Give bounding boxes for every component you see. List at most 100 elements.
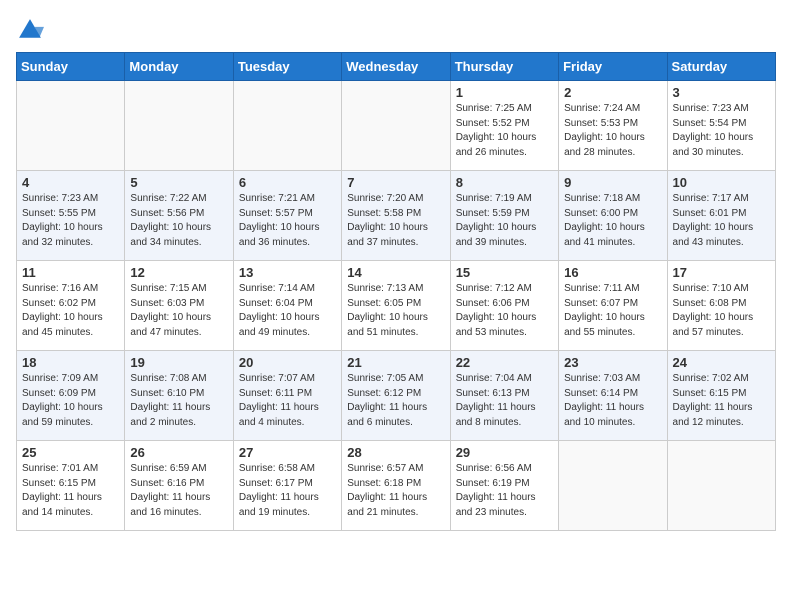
calendar-cell: 12 Sunrise: 7:15 AM Sunset: 6:03 PM Dayli… — [125, 261, 233, 351]
day-number: 22 — [456, 355, 553, 370]
day-info: Sunrise: 7:21 AM Sunset: 5:57 PM Dayligh… — [239, 192, 336, 250]
day-number: 7 — [347, 175, 444, 190]
day-number: 4 — [22, 175, 119, 190]
day-info: Sunrise: 7:12 AM Sunset: 6:06 PM Dayligh… — [456, 282, 553, 340]
page-header — [16, 16, 776, 44]
day-number: 21 — [347, 355, 444, 370]
day-info: Sunrise: 7:23 AM Sunset: 5:55 PM Dayligh… — [22, 192, 119, 250]
calendar-cell — [125, 81, 233, 171]
day-number: 29 — [456, 445, 553, 460]
calendar-cell: 28Sunrise: 6:57 AM Sunset: 6:18 PM Dayli… — [342, 441, 450, 531]
calendar-cell: 1 Sunrise: 7:25 AM Sunset: 5:52 PM Daylig… — [450, 81, 558, 171]
calendar-cell — [233, 81, 341, 171]
calendar-cell: 21 Sunrise: 7:05 AM Sunset: 6:12 PM Dayli… — [342, 351, 450, 441]
day-info: Sunrise: 7:10 AM Sunset: 6:08 PM Dayligh… — [673, 282, 770, 340]
day-number: 15 — [456, 265, 553, 280]
day-number: 23 — [564, 355, 661, 370]
day-number: 18 — [22, 355, 119, 370]
day-info: Sunrise: 7:02 AM Sunset: 6:15 PM Dayligh… — [673, 372, 770, 430]
calendar-cell: 9 Sunrise: 7:18 AM Sunset: 6:00 PM Daylig… — [559, 171, 667, 261]
calendar-cell: 11 Sunrise: 7:16 AM Sunset: 6:02 PM Dayli… — [17, 261, 125, 351]
day-number: 25 — [22, 445, 119, 460]
day-number: 1 — [456, 85, 553, 100]
day-info: Sunrise: 7:17 AM Sunset: 6:01 PM Dayligh… — [673, 192, 770, 250]
calendar-cell: 19 Sunrise: 7:08 AM Sunset: 6:10 PM Dayli… — [125, 351, 233, 441]
calendar-cell: 26 Sunrise: 6:59 AM Sunset: 6:16 PM Dayli… — [125, 441, 233, 531]
calendar-cell — [559, 441, 667, 531]
day-number: 9 — [564, 175, 661, 190]
day-info: Sunrise: 6:59 AM Sunset: 6:16 PM Dayligh… — [130, 462, 227, 520]
day-number: 3 — [673, 85, 770, 100]
calendar-cell: 5 Sunrise: 7:22 AM Sunset: 5:56 PM Daylig… — [125, 171, 233, 261]
calendar-cell — [17, 81, 125, 171]
day-info: Sunrise: 7:16 AM Sunset: 6:02 PM Dayligh… — [22, 282, 119, 340]
day-number: 10 — [673, 175, 770, 190]
calendar-cell: 25 Sunrise: 7:01 AM Sunset: 6:15 PM Dayli… — [17, 441, 125, 531]
calendar-cell: 13 Sunrise: 7:14 AM Sunset: 6:04 PM Dayli… — [233, 261, 341, 351]
calendar-cell — [342, 81, 450, 171]
day-info: Sunrise: 7:23 AM Sunset: 5:54 PM Dayligh… — [673, 102, 770, 160]
calendar-cell — [667, 441, 775, 531]
logo-icon — [16, 16, 44, 44]
calendar-cell: 20Sunrise: 7:07 AM Sunset: 6:11 PM Dayli… — [233, 351, 341, 441]
calendar-cell: 15 Sunrise: 7:12 AM Sunset: 6:06 PM Dayli… — [450, 261, 558, 351]
day-info: Sunrise: 6:57 AM Sunset: 6:18 PM Dayligh… — [347, 462, 444, 520]
day-info: Sunrise: 7:08 AM Sunset: 6:10 PM Dayligh… — [130, 372, 227, 430]
day-info: Sunrise: 7:05 AM Sunset: 6:12 PM Dayligh… — [347, 372, 444, 430]
weekday-header-thursday: Thursday — [450, 53, 558, 81]
logo — [16, 16, 46, 44]
day-number: 19 — [130, 355, 227, 370]
day-info: Sunrise: 7:25 AM Sunset: 5:52 PM Dayligh… — [456, 102, 553, 160]
calendar-cell: 18 Sunrise: 7:09 AM Sunset: 6:09 PM Dayli… — [17, 351, 125, 441]
day-info: Sunrise: 7:20 AM Sunset: 5:58 PM Dayligh… — [347, 192, 444, 250]
calendar-cell: 23 Sunrise: 7:03 AM Sunset: 6:14 PM Dayli… — [559, 351, 667, 441]
week-row-4: 18 Sunrise: 7:09 AM Sunset: 6:09 PM Dayli… — [17, 351, 776, 441]
calendar-cell: 14 Sunrise: 7:13 AM Sunset: 6:05 PM Dayli… — [342, 261, 450, 351]
day-number: 2 — [564, 85, 661, 100]
day-number: 12 — [130, 265, 227, 280]
calendar-cell: 10 Sunrise: 7:17 AM Sunset: 6:01 PM Dayli… — [667, 171, 775, 261]
weekday-header-tuesday: Tuesday — [233, 53, 341, 81]
calendar-cell: 6 Sunrise: 7:21 AM Sunset: 5:57 PM Daylig… — [233, 171, 341, 261]
day-info: Sunrise: 7:18 AM Sunset: 6:00 PM Dayligh… — [564, 192, 661, 250]
day-info: Sunrise: 7:09 AM Sunset: 6:09 PM Dayligh… — [22, 372, 119, 430]
day-number: 24 — [673, 355, 770, 370]
weekday-header-wednesday: Wednesday — [342, 53, 450, 81]
day-number: 5 — [130, 175, 227, 190]
day-info: Sunrise: 7:22 AM Sunset: 5:56 PM Dayligh… — [130, 192, 227, 250]
calendar-cell: 22 Sunrise: 7:04 AM Sunset: 6:13 PM Dayli… — [450, 351, 558, 441]
day-number: 6 — [239, 175, 336, 190]
day-info: Sunrise: 6:56 AM Sunset: 6:19 PM Dayligh… — [456, 462, 553, 520]
calendar-cell: 24 Sunrise: 7:02 AM Sunset: 6:15 PM Dayli… — [667, 351, 775, 441]
day-number: 17 — [673, 265, 770, 280]
day-info: Sunrise: 7:14 AM Sunset: 6:04 PM Dayligh… — [239, 282, 336, 340]
calendar-table: SundayMondayTuesdayWednesdayThursdayFrid… — [16, 52, 776, 531]
day-info: Sunrise: 7:04 AM Sunset: 6:13 PM Dayligh… — [456, 372, 553, 430]
calendar-cell: 4 Sunrise: 7:23 AM Sunset: 5:55 PM Daylig… — [17, 171, 125, 261]
day-number: 14 — [347, 265, 444, 280]
day-info: Sunrise: 7:19 AM Sunset: 5:59 PM Dayligh… — [456, 192, 553, 250]
calendar-cell: 27Sunrise: 6:58 AM Sunset: 6:17 PM Dayli… — [233, 441, 341, 531]
day-info: Sunrise: 7:13 AM Sunset: 6:05 PM Dayligh… — [347, 282, 444, 340]
weekday-header-friday: Friday — [559, 53, 667, 81]
day-info: Sunrise: 7:11 AM Sunset: 6:07 PM Dayligh… — [564, 282, 661, 340]
day-number: 26 — [130, 445, 227, 460]
day-info: Sunrise: 7:07 AM Sunset: 6:11 PM Dayligh… — [239, 372, 336, 430]
day-info: Sunrise: 7:24 AM Sunset: 5:53 PM Dayligh… — [564, 102, 661, 160]
weekday-header-saturday: Saturday — [667, 53, 775, 81]
calendar-cell: 8Sunrise: 7:19 AM Sunset: 5:59 PM Daylig… — [450, 171, 558, 261]
day-info: Sunrise: 7:01 AM Sunset: 6:15 PM Dayligh… — [22, 462, 119, 520]
weekday-header-monday: Monday — [125, 53, 233, 81]
day-number: 13 — [239, 265, 336, 280]
calendar-cell: 17 Sunrise: 7:10 AM Sunset: 6:08 PM Dayli… — [667, 261, 775, 351]
calendar-cell: 2 Sunrise: 7:24 AM Sunset: 5:53 PM Daylig… — [559, 81, 667, 171]
calendar-cell: 29 Sunrise: 6:56 AM Sunset: 6:19 PM Dayli… — [450, 441, 558, 531]
week-row-2: 4 Sunrise: 7:23 AM Sunset: 5:55 PM Daylig… — [17, 171, 776, 261]
day-info: Sunrise: 7:03 AM Sunset: 6:14 PM Dayligh… — [564, 372, 661, 430]
week-row-5: 25 Sunrise: 7:01 AM Sunset: 6:15 PM Dayli… — [17, 441, 776, 531]
day-number: 16 — [564, 265, 661, 280]
week-row-3: 11 Sunrise: 7:16 AM Sunset: 6:02 PM Dayli… — [17, 261, 776, 351]
day-number: 11 — [22, 265, 119, 280]
weekday-header-sunday: Sunday — [17, 53, 125, 81]
day-info: Sunrise: 7:15 AM Sunset: 6:03 PM Dayligh… — [130, 282, 227, 340]
